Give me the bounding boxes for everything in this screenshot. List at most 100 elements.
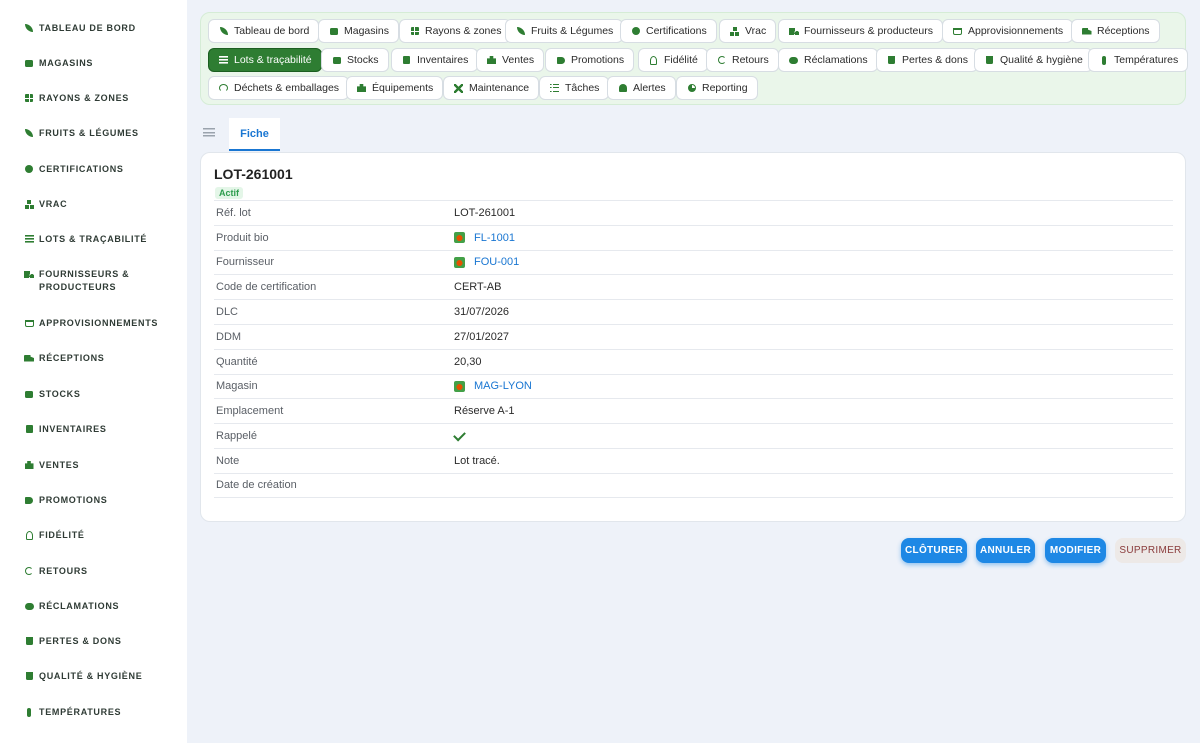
chip-certifications[interactable]: Certifications <box>620 19 717 43</box>
chip-maintenance[interactable]: Maintenance <box>443 76 540 100</box>
sidebar-item-pertes-dons[interactable]: Pertes & dons <box>24 635 174 648</box>
sidebar-item-label: Lots & traçabilité <box>39 234 148 244</box>
chip-fidelite[interactable]: Fidélité <box>638 48 708 72</box>
chip-approvisionnements[interactable]: Approvisionnements <box>942 19 1074 43</box>
tasks-icon <box>549 83 560 93</box>
sidebar-item-receptions[interactable]: Réceptions <box>24 352 174 365</box>
sidebar-item-retours[interactable]: Retours <box>24 565 174 578</box>
chip-temperatures[interactable]: Températures <box>1088 48 1189 72</box>
tractor-icon <box>24 269 34 279</box>
boxes-icon <box>729 26 740 36</box>
product-icon <box>454 232 465 244</box>
sidebar-item-promotions[interactable]: Promotions <box>24 494 174 507</box>
chip-dechets-emballages[interactable]: Déchets & emballages <box>208 76 350 100</box>
field-value: Lot tracé. <box>454 454 500 467</box>
award-icon <box>648 55 659 65</box>
trash-icon <box>984 55 995 65</box>
sidebar-item-label: Inventaires <box>39 424 107 434</box>
thermometer-icon <box>24 707 34 717</box>
field-label: Note <box>216 454 240 467</box>
trash-icon <box>24 671 34 681</box>
annuler-button[interactable]: ANNULER <box>976 538 1035 563</box>
sidebar-item-label: Approvisionnements <box>39 318 159 328</box>
sidebar-item-tableau-de-bord[interactable]: Tableau de bord <box>24 22 174 35</box>
chip-tableau-de-bord[interactable]: Tableau de bord <box>208 19 320 43</box>
chip-receptions[interactable]: Réceptions <box>1071 19 1160 43</box>
chip-retours[interactable]: Retours <box>706 48 779 72</box>
bell-icon <box>617 83 628 93</box>
sidebar-item-fruits-legumes[interactable]: Fruits & légumes <box>24 127 174 140</box>
field-label: Code de certification <box>216 281 317 294</box>
chip-label: Fidélité <box>664 54 698 66</box>
sidebar-item-stocks[interactable]: Stocks <box>24 388 174 401</box>
chip-qualite-hygiene[interactable]: Qualité & hygiène <box>974 48 1093 72</box>
supplier-icon <box>454 256 465 268</box>
sidebar: Tableau de bord Magasins Rayons & zones … <box>0 0 187 743</box>
chip-promotions[interactable]: Promotions <box>545 48 635 72</box>
field-row-code-certification: Code de certification CERT-AB <box>214 274 1173 299</box>
field-label: Quantité <box>216 355 258 368</box>
seedling-icon <box>218 26 229 36</box>
chip-label: Réceptions <box>1097 25 1150 37</box>
chip-label: Réclamations <box>804 54 868 66</box>
sidebar-item-magasins[interactable]: Magasins <box>24 57 174 70</box>
chip-rayons-zones[interactable]: Rayons & zones <box>399 19 512 43</box>
tab-fiche[interactable]: Fiche <box>229 118 280 151</box>
sidebar-item-label: Qualité & hygiène <box>39 671 143 681</box>
chip-reclamations[interactable]: Réclamations <box>778 48 878 72</box>
field-row-rappele: Rappelé <box>214 423 1173 448</box>
produit-bio-link[interactable]: FL-1001 <box>454 232 515 244</box>
chip-label: Inventaires <box>417 54 469 66</box>
chip-reporting[interactable]: Reporting <box>676 76 758 100</box>
chip-stocks[interactable]: Stocks <box>321 48 389 72</box>
sidebar-item-label: Certifications <box>39 164 124 174</box>
field-row-magasin: Magasin MAG-LYON <box>214 373 1173 399</box>
chip-pertes-dons[interactable]: Pertes & dons <box>876 48 978 72</box>
chip-magasins[interactable]: Magasins <box>318 19 399 43</box>
sidebar-item-fidelite[interactable]: Fidélité <box>24 529 174 542</box>
sidebar-item-temperatures[interactable]: Températures <box>24 706 174 719</box>
sidebar-item-vrac[interactable]: Vrac <box>24 198 174 211</box>
link-text: FOU-001 <box>474 256 520 269</box>
recycle-icon <box>218 83 229 93</box>
field-row-ref-lot: Réf. lot LOT-261001 <box>214 200 1173 225</box>
field-label: Réf. lot <box>216 206 251 219</box>
sidebar-item-label: Ventes <box>39 460 80 470</box>
tag-icon <box>555 55 566 65</box>
chip-fournisseurs-producteurs[interactable]: Fournisseurs & producteurs <box>778 19 943 43</box>
chip-label: Vrac <box>745 25 767 37</box>
chip-taches[interactable]: Tâches <box>539 76 610 100</box>
sidebar-item-rayons-zones[interactable]: Rayons & zones <box>24 92 174 105</box>
fournisseur-link[interactable]: FOU-001 <box>454 256 519 268</box>
chip-equipements[interactable]: Équipements <box>346 76 444 100</box>
chip-fruits-legumes[interactable]: Fruits & Légumes <box>505 19 624 43</box>
cash-register-icon <box>486 55 497 65</box>
award-icon <box>24 530 34 540</box>
thermometer-icon <box>1098 55 1109 65</box>
cloturer-button[interactable]: CLÔTURER <box>901 538 967 563</box>
magasin-link[interactable]: MAG-LYON <box>454 380 532 392</box>
chip-ventes[interactable]: Ventes <box>476 48 545 72</box>
chip-vrac[interactable]: Vrac <box>719 19 777 43</box>
chip-label: Tableau de bord <box>234 25 310 37</box>
sidebar-item-inventaires[interactable]: Inventaires <box>24 423 174 436</box>
record-card: LOT-261001 Actif Réf. lot LOT-261001 Pro… <box>200 152 1186 522</box>
sidebar-item-lots-tracabilite[interactable]: Lots & traçabilité <box>24 233 174 246</box>
sidebar-item-fournisseurs-producteurs[interactable]: Fournisseurs & producteurs <box>24 268 174 294</box>
modifier-button[interactable]: MODIFIER <box>1045 538 1106 563</box>
sidebar-item-reclamations[interactable]: Réclamations <box>24 600 174 613</box>
undo-icon <box>716 55 727 65</box>
status-badge: Actif <box>215 187 243 199</box>
field-label: Fournisseur <box>216 256 275 269</box>
chip-inventaires[interactable]: Inventaires <box>391 48 479 72</box>
trash-icon <box>886 55 897 65</box>
sidebar-item-ventes[interactable]: Ventes <box>24 459 174 472</box>
list-icon[interactable] <box>203 128 215 137</box>
supprimer-button[interactable]: SUPPRIMER <box>1115 538 1186 563</box>
chip-alertes[interactable]: Alertes <box>607 76 676 100</box>
sidebar-item-qualite-hygiene[interactable]: Qualité & hygiène <box>24 670 174 683</box>
chip-label: Promotions <box>571 54 625 66</box>
sidebar-item-approvisionnements[interactable]: Approvisionnements <box>24 317 174 330</box>
chip-lots-tracabilite[interactable]: Lots & traçabilité <box>208 48 322 72</box>
sidebar-item-certifications[interactable]: Certifications <box>24 163 174 176</box>
